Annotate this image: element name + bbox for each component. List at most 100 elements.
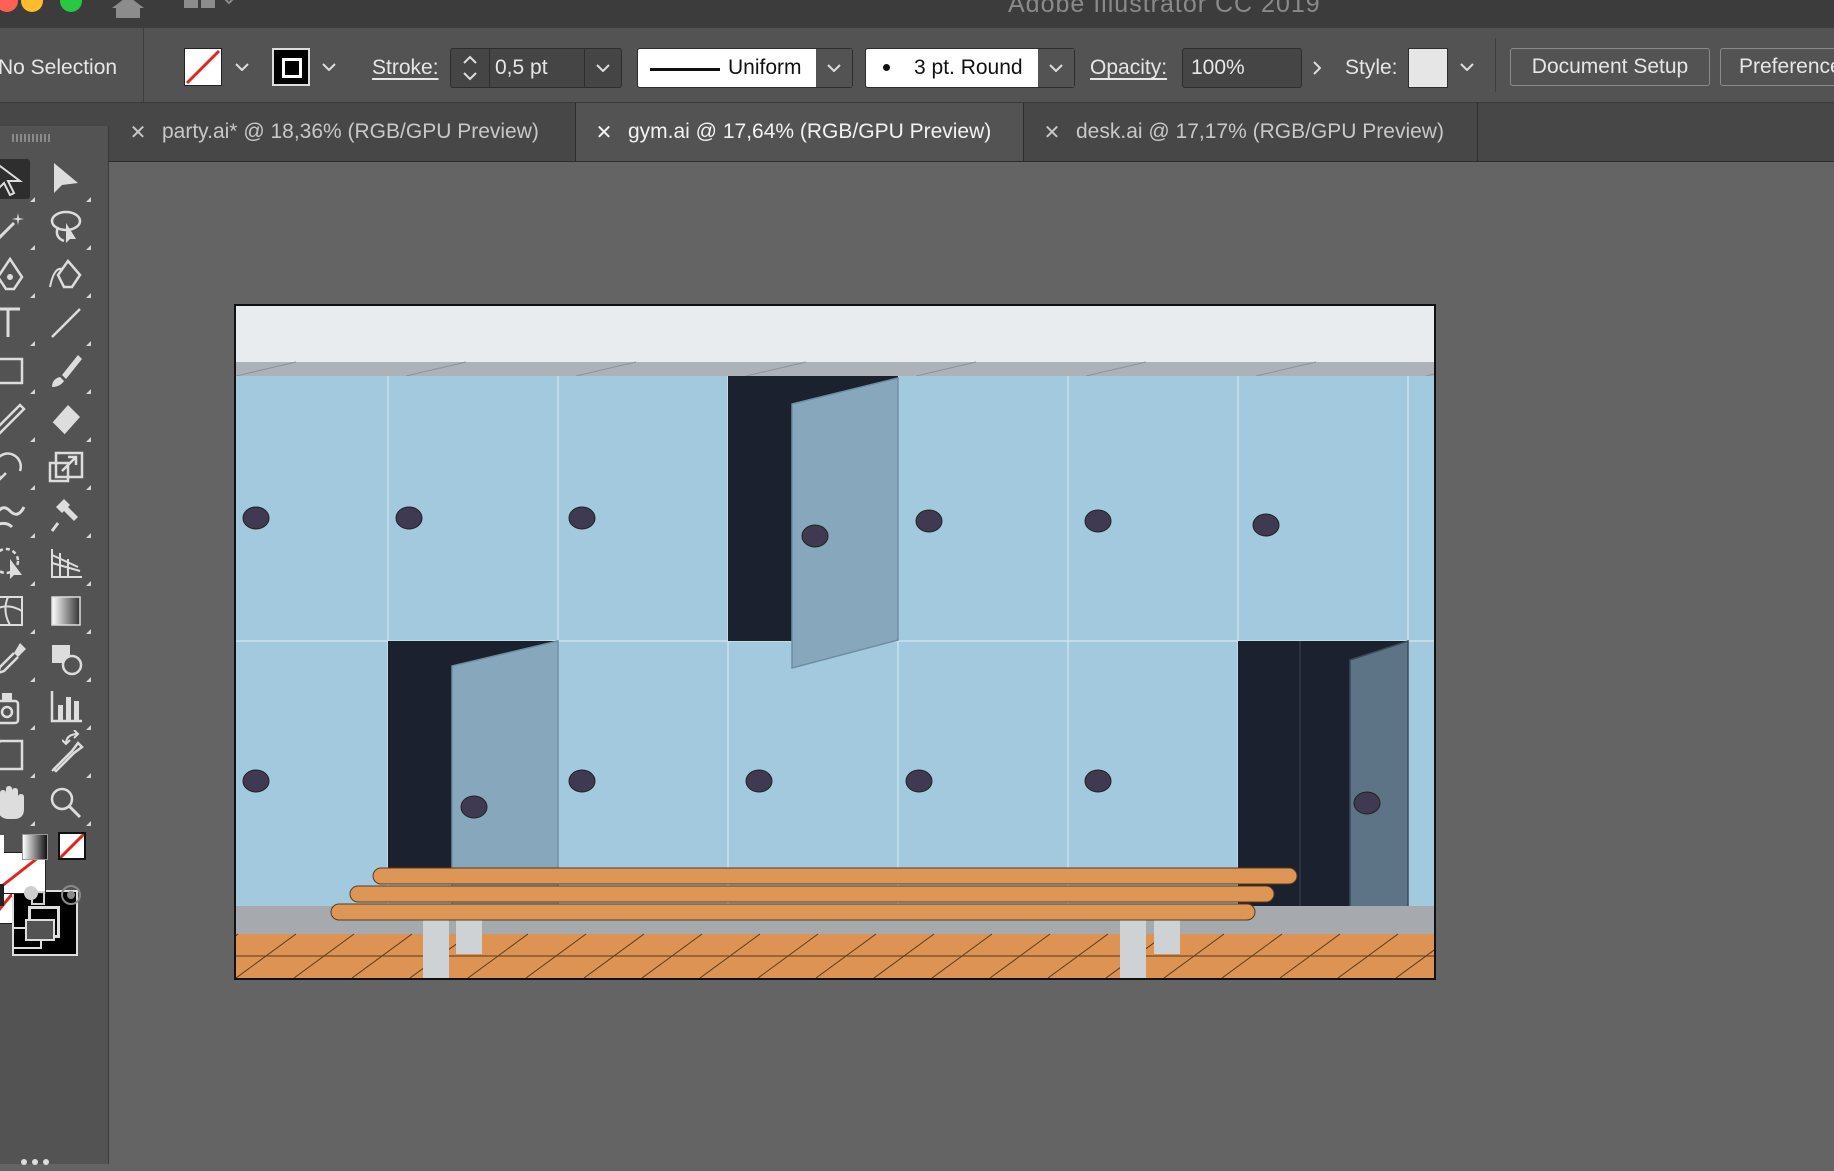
tab-desk[interactable]: ✕ desk.ai @ 17,17% (RGB/GPU Preview) (1024, 103, 1478, 161)
divider (1495, 38, 1496, 92)
zoom-tool-icon[interactable] (46, 783, 91, 826)
swap-fill-stroke-icon[interactable] (61, 729, 84, 755)
puppet-warp-tool-icon[interactable] (46, 495, 91, 538)
document-setup-button[interactable]: Document Setup (1510, 48, 1710, 86)
opacity-expand-chevron-icon[interactable] (1300, 49, 1334, 87)
pen-tool-icon[interactable] (0, 255, 35, 298)
home-icon[interactable] (110, 0, 146, 23)
locker-knob (915, 509, 943, 533)
fill-dropdown-chevron-icon[interactable] (225, 48, 259, 86)
gradient-mode-icon[interactable] (22, 834, 48, 860)
tab-label: gym.ai @ 17,64% (RGB/GPU Preview) (628, 120, 992, 143)
edit-toolbar-icon[interactable] (20, 1153, 50, 1165)
brush-definition-dropdown[interactable]: 3 pt. Round (865, 48, 1075, 88)
bench-leg (1120, 918, 1146, 978)
free-transform-tool-icon[interactable] (0, 543, 35, 586)
eraser-tool-icon[interactable] (46, 399, 91, 442)
preferences-button[interactable]: Preferences (1720, 48, 1834, 86)
bench-slat (372, 867, 1298, 885)
stroke-label[interactable]: Stroke: (372, 56, 439, 80)
stroke-dropdown-chevron-icon[interactable] (312, 48, 346, 86)
stroke-weight-field[interactable]: 0,5 pt (450, 48, 622, 88)
line-segment-tool-icon[interactable] (46, 303, 91, 346)
profile-chevron-icon[interactable] (816, 49, 852, 87)
close-tab-icon[interactable]: ✕ (128, 120, 148, 145)
color-mode-icon[interactable] (0, 835, 4, 859)
panel-grip[interactable] (12, 134, 52, 142)
bench-slat (349, 885, 1275, 903)
tools-panel (0, 126, 109, 1165)
locker-knob (1084, 769, 1112, 793)
paintbrush-tool-icon[interactable] (46, 351, 91, 394)
locker-knob (568, 769, 596, 793)
locker-knob (242, 769, 270, 793)
perspective-grid-tool-icon[interactable] (46, 543, 91, 586)
app-title: Adobe Illustrator CC 2019 (1008, 0, 1321, 18)
warp-tool-icon[interactable] (0, 495, 35, 538)
scale-tool-icon[interactable] (46, 447, 91, 490)
artboard-gym[interactable] (234, 304, 1436, 980)
bench-leg (1154, 918, 1180, 954)
locker-knob (1252, 513, 1280, 537)
rotate-tool-icon[interactable] (0, 447, 35, 490)
draw-inside-icon[interactable] (60, 884, 82, 906)
mesh-tool-icon[interactable] (0, 591, 35, 634)
shape-builder-tool-icon[interactable] (46, 639, 91, 682)
tab-party[interactable]: ✕ party.ai* @ 18,36% (RGB/GPU Preview) (110, 103, 576, 161)
type-tool-icon[interactable] (0, 303, 35, 346)
fill-none-swatch[interactable] (184, 48, 222, 86)
stroke-swatch[interactable] (272, 48, 310, 86)
locker-knob (460, 795, 488, 819)
zoom-window-button[interactable] (60, 0, 82, 12)
shaper-tool-icon[interactable] (0, 399, 35, 442)
column-graph-tool-icon[interactable] (46, 687, 91, 730)
rectangle-tool-icon[interactable] (0, 351, 35, 394)
locker-knob (568, 506, 596, 530)
magic-wand-tool-icon[interactable] (0, 207, 35, 250)
none-mode-icon[interactable] (58, 832, 86, 860)
close-tab-icon[interactable]: ✕ (1042, 120, 1062, 145)
profile-label: Uniform (728, 56, 802, 79)
opacity-field[interactable]: 100% (1182, 48, 1302, 88)
change-screen-mode-icon[interactable] (12, 918, 58, 950)
bench-leg (456, 918, 482, 954)
curvature-tool-icon[interactable] (46, 255, 91, 298)
gradient-tool-icon[interactable] (46, 591, 91, 634)
selection-tool-icon[interactable] (0, 159, 35, 202)
opacity-label[interactable]: Opacity: (1090, 56, 1167, 80)
open-locker-door (791, 377, 899, 669)
draw-behind-icon[interactable] (22, 884, 46, 906)
variable-width-profile-dropdown[interactable]: Uniform (637, 48, 853, 88)
close-tab-icon[interactable]: ✕ (594, 120, 614, 145)
eyedropper-tool-icon[interactable] (0, 639, 35, 682)
locker-knob (395, 506, 423, 530)
hand-tool-icon[interactable] (0, 783, 35, 826)
selection-status: No Selection (0, 56, 118, 79)
brush-chevron-icon[interactable] (1038, 49, 1074, 87)
close-window-button[interactable] (0, 0, 18, 12)
gym-illustration (236, 306, 1434, 978)
brush-dot-icon (883, 64, 890, 71)
locker-knob (1084, 509, 1112, 533)
bench-leg (423, 918, 449, 978)
draw-normal-icon[interactable] (0, 884, 4, 906)
workspace-switcher-icon[interactable] (184, 0, 234, 15)
control-bar: No Selection Stroke: 0,5 pt Uniform 3 pt… (0, 28, 1834, 103)
style-label: Style: (1345, 56, 1398, 79)
stroke-weight-value[interactable]: 0,5 pt (495, 56, 548, 80)
locker-knob (1353, 791, 1381, 815)
style-chevron-icon[interactable] (1450, 48, 1484, 86)
minimize-window-button[interactable] (21, 0, 43, 12)
stroke-weight-chevron-icon[interactable] (584, 49, 621, 87)
lasso-tool-icon[interactable] (46, 207, 91, 250)
locker-knob (905, 769, 933, 793)
locker-knob (801, 524, 829, 548)
graphic-style-swatch[interactable] (1408, 48, 1448, 88)
direct-selection-tool-icon[interactable] (46, 159, 91, 202)
opacity-value[interactable]: 100% (1191, 56, 1245, 80)
tab-gym[interactable]: ✕ gym.ai @ 17,64% (RGB/GPU Preview) (576, 103, 1024, 161)
stroke-stepper[interactable] (451, 49, 490, 87)
ceiling (236, 306, 1434, 362)
symbol-sprayer-tool-icon[interactable] (0, 687, 35, 730)
artboard-tool-icon[interactable] (0, 735, 35, 778)
